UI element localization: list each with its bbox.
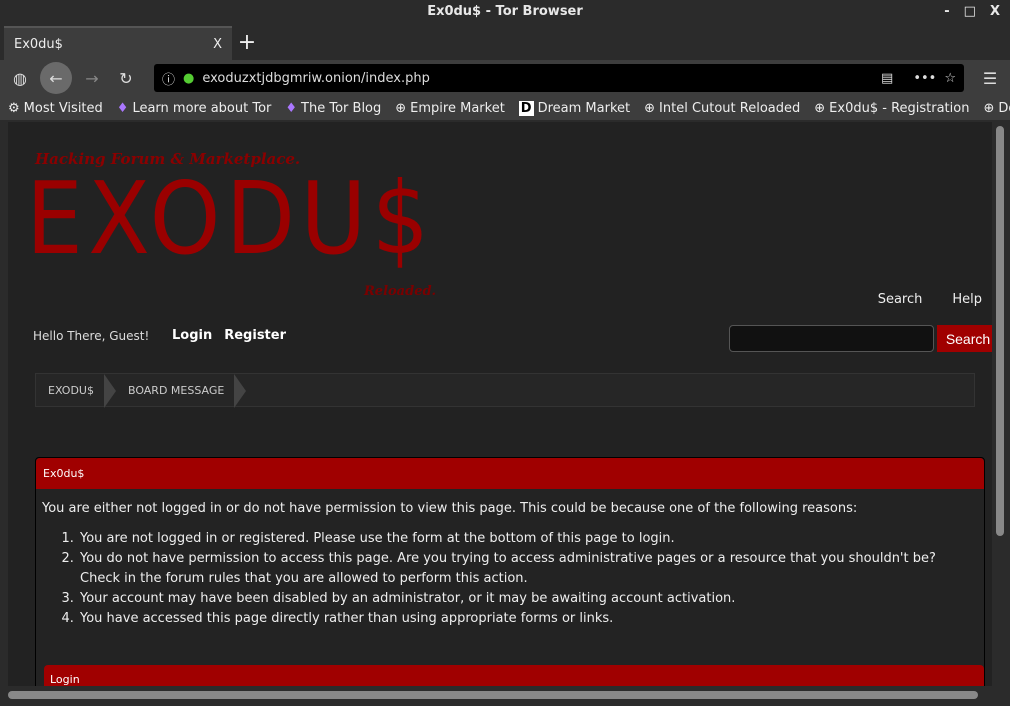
vertical-scroll-thumb[interactable] (996, 126, 1004, 536)
tab-bar: Ex0du$ X + (0, 24, 1010, 60)
globe-icon: ⊕ (983, 100, 995, 116)
globe-icon: ⊕ (644, 100, 656, 116)
search-button[interactable]: Search (937, 325, 992, 352)
reason-item: Your account may have been disabled by a… (78, 589, 978, 609)
forward-button[interactable]: → (78, 64, 106, 92)
globe-icon: ⊕ (814, 100, 826, 116)
gear-icon: ⚙ (8, 100, 20, 116)
bookmark-doxbin[interactable]: ⊕Doxbin (983, 101, 1010, 116)
breadcrumb-home[interactable]: EXODU$ (36, 374, 116, 408)
onion-icon: ♦ (116, 100, 129, 116)
nav-bar: ◍ ← → ↻ ⓘ ● exoduzxtjdbgmriw.onion/index… (0, 60, 1010, 96)
bookmarks-toolbar: ⚙ Most Visited ♦ Learn more about Tor ♦ The… (0, 96, 1010, 120)
welcome-text: Hello There, Guest! (33, 329, 150, 343)
maximize-button[interactable]: □ (964, 0, 976, 24)
window-title: Ex0du$ - Tor Browser (427, 4, 583, 19)
close-tab-icon[interactable]: X (213, 37, 222, 52)
url-bar[interactable]: ⓘ ● exoduzxtjdbgmriw.onion/index.php ▤ •… (154, 64, 964, 92)
reasons-list: You are not logged in or registered. Ple… (78, 529, 978, 629)
onion-secure-icon: ● (183, 70, 195, 86)
login-link[interactable]: Login (172, 328, 212, 343)
panel-intro: You are either not logged in or do not h… (42, 501, 858, 516)
globe-icon: ⊕ (395, 100, 407, 116)
vertical-scrollbar[interactable] (992, 122, 1010, 686)
bookmark-label: The Tor Blog (301, 100, 382, 116)
bookmark-empire-market[interactable]: ⊕ Empire Market (395, 101, 505, 116)
page-content: Hacking Forum & Marketplace. EXODU$ Relo… (8, 122, 992, 686)
bookmark-most-visited[interactable]: ⚙ Most Visited (8, 101, 103, 116)
info-icon[interactable]: ⓘ (162, 69, 175, 88)
bookmark-star-icon[interactable]: ☆ (944, 71, 956, 86)
tab-title: Ex0du$ (14, 36, 63, 52)
bookmark-learn-tor[interactable]: ♦ Learn more about Tor (117, 101, 272, 116)
new-tab-button[interactable]: + (232, 26, 262, 60)
register-link[interactable]: Register (224, 328, 286, 343)
reason-item: You have accessed this page directly rat… (78, 609, 978, 629)
bookmark-label: Ex0du$ - Registration (829, 100, 970, 116)
help-link[interactable]: Help (952, 292, 982, 307)
bookmark-label: Most Visited (23, 100, 103, 116)
horizontal-scroll-thumb[interactable] (8, 691, 978, 699)
bookmark-exodus-registration[interactable]: ⊕ Ex0du$ - Registration (814, 101, 969, 116)
bookmark-intel-cutout[interactable]: ⊕ Intel Cutout Reloaded (644, 101, 800, 116)
board-message-panel: Ex0du$ You are either not logged in or d… (35, 457, 985, 686)
minimize-button[interactable]: - (944, 0, 949, 24)
tab-exodus[interactable]: Ex0du$ X (4, 26, 232, 60)
bookmark-label: Doxbin (998, 100, 1010, 116)
tor-onion-icon[interactable]: ◍ (6, 64, 34, 92)
bookmark-tor-blog[interactable]: ♦ The Tor Blog (285, 101, 381, 116)
more-actions-icon[interactable]: ••• (913, 71, 936, 86)
breadcrumb: EXODU$ BOARD MESSAGE (35, 373, 975, 408)
reload-button[interactable]: ↻ (112, 64, 140, 92)
panel-title: Ex0du$ (36, 458, 984, 489)
url-text[interactable]: exoduzxtjdbgmriw.onion/index.php (202, 71, 873, 86)
logo-subtitle: Reloaded. (364, 284, 437, 299)
site-logo[interactable]: EXODU$ (26, 160, 434, 277)
horizontal-scrollbar[interactable] (0, 686, 1010, 706)
search-link[interactable]: Search (878, 292, 923, 307)
reason-item: You are not logged in or registered. Ple… (78, 529, 978, 549)
close-window-button[interactable]: X (990, 0, 1000, 24)
reason-item: You do not have permission to access thi… (78, 549, 978, 589)
bookmark-dream-market[interactable]: D Dream Market (518, 100, 631, 116)
login-panel-header: Login (44, 665, 984, 686)
reader-view-icon[interactable]: ▤ (881, 71, 893, 86)
onion-icon: ♦ (285, 100, 298, 116)
bookmark-label: Dream Market (537, 100, 631, 116)
menu-icon[interactable]: ☰ (976, 64, 1004, 92)
window-titlebar: Ex0du$ - Tor Browser - □ X (0, 0, 1010, 24)
bookmark-label: Intel Cutout Reloaded (659, 100, 801, 116)
bookmark-label: Learn more about Tor (132, 100, 272, 116)
bookmark-label: Empire Market (410, 100, 505, 116)
search-input[interactable] (729, 325, 934, 352)
breadcrumb-current: BOARD MESSAGE (116, 374, 247, 408)
back-button[interactable]: ← (40, 62, 72, 94)
dream-icon: D (518, 100, 534, 116)
